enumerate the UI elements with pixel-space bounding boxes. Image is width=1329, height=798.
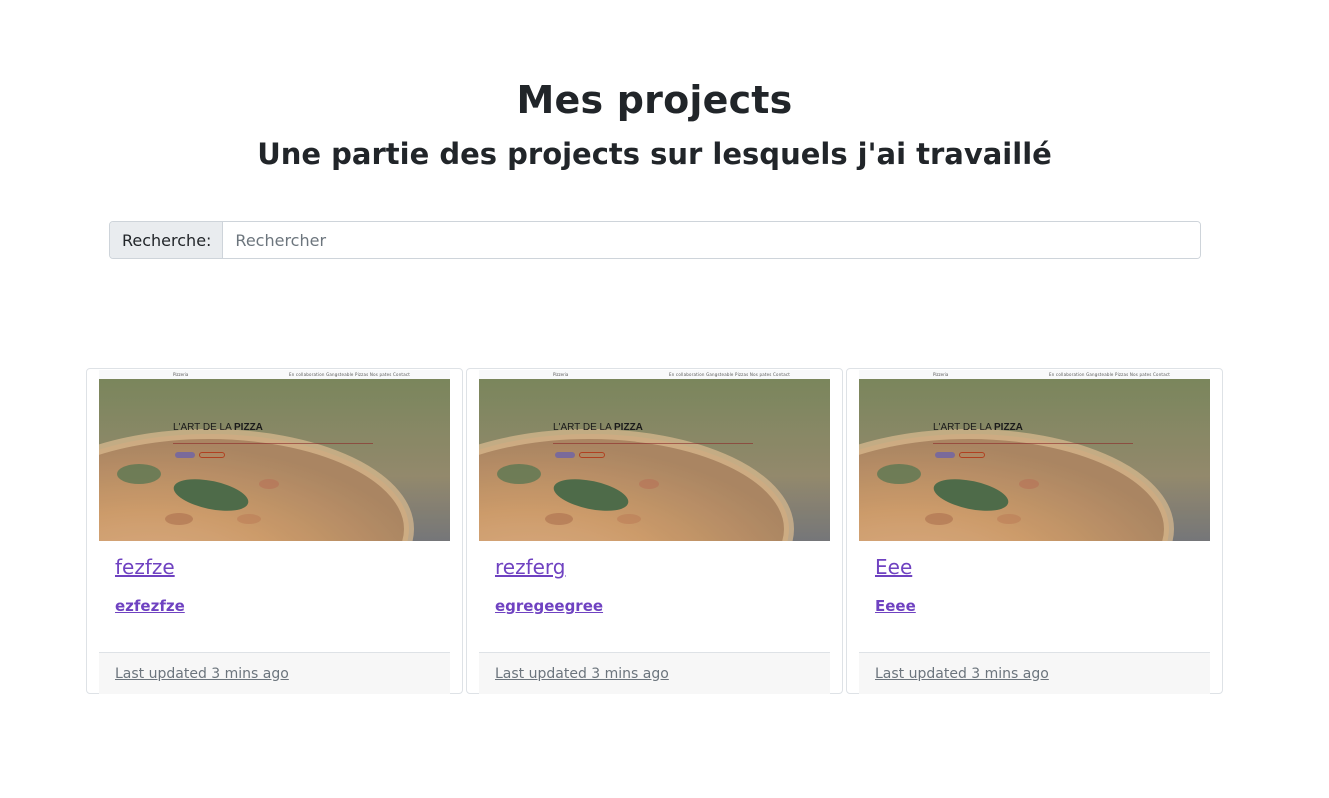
thumbnail-navbar: Pizzeria En collaboration Gangsteable Pi… — [859, 370, 1210, 379]
last-updated-link[interactable]: Last updated 3 mins ago — [115, 666, 289, 682]
project-description-link[interactable]: ezfezfze — [115, 597, 448, 615]
card-body: Eee Eeee — [875, 555, 1208, 615]
thumbnail-divider — [173, 443, 373, 444]
thumbnail-button-primary — [555, 452, 575, 458]
project-title-link[interactable]: rezferg — [495, 555, 828, 579]
pizza-image — [859, 379, 1210, 541]
last-updated-link[interactable]: Last updated 3 mins ago — [875, 666, 1049, 682]
card-footer: Last updated 3 mins ago — [859, 652, 1210, 694]
page-subtitle: Une partie des projects sur lesquels j'a… — [257, 137, 1052, 171]
project-thumbnail: Pizzeria En collaboration Gangsteable Pi… — [479, 370, 830, 541]
thumbnail-divider — [933, 443, 1133, 444]
thumbnail-button-secondary — [199, 452, 225, 458]
thumbnail-heading: L'ART DE LA PIZZA — [933, 422, 1023, 433]
search-input[interactable] — [223, 222, 1200, 258]
card-body: rezferg egregeegree — [495, 555, 828, 615]
thumbnail-nav-links: En collaboration Gangsteable Pizzas Nos … — [1049, 372, 1171, 377]
thumbnail-button-primary — [935, 452, 955, 458]
thumbnail-button-primary — [175, 452, 195, 458]
project-card: Pizzeria En collaboration Gangsteable Pi… — [466, 368, 843, 694]
project-description-link[interactable]: egregeegree — [495, 597, 828, 615]
pizza-image — [479, 379, 830, 541]
thumbnail-button-secondary — [959, 452, 985, 458]
thumbnail-heading: L'ART DE LA PIZZA — [173, 422, 263, 433]
thumbnail-nav-links: En collaboration Gangsteable Pizzas Nos … — [669, 372, 791, 377]
thumbnail-divider — [553, 443, 753, 444]
project-thumbnail: Pizzeria En collaboration Gangsteable Pi… — [859, 370, 1210, 541]
last-updated-link[interactable]: Last updated 3 mins ago — [495, 666, 669, 682]
thumbnail-navbar: Pizzeria En collaboration Gangsteable Pi… — [479, 370, 830, 379]
thumbnail-button-secondary — [579, 452, 605, 458]
card-body: fezfze ezfezfze — [115, 555, 448, 615]
search-bar: Recherche: — [109, 221, 1201, 259]
project-card: Pizzeria En collaboration Gangsteable Pi… — [846, 368, 1223, 694]
page-title: Mes projects — [516, 78, 793, 122]
thumbnail-brand: Pizzeria — [173, 372, 189, 377]
thumbnail-brand: Pizzeria — [933, 372, 949, 377]
project-thumbnail: Pizzeria En collaboration Gangsteable Pi… — [99, 370, 450, 541]
thumbnail-brand: Pizzeria — [553, 372, 569, 377]
thumbnail-heading: L'ART DE LA PIZZA — [553, 422, 643, 433]
project-title-link[interactable]: Eee — [875, 555, 1208, 579]
thumbnail-nav-links: En collaboration Gangsteable Pizzas Nos … — [289, 372, 411, 377]
search-label: Recherche: — [110, 222, 224, 258]
project-card: Pizzeria En collaboration Gangsteable Pi… — [86, 368, 463, 694]
pizza-image — [99, 379, 450, 541]
project-title-link[interactable]: fezfze — [115, 555, 448, 579]
project-description-link[interactable]: Eeee — [875, 597, 1208, 615]
card-footer: Last updated 3 mins ago — [479, 652, 830, 694]
thumbnail-navbar: Pizzeria En collaboration Gangsteable Pi… — [99, 370, 450, 379]
card-footer: Last updated 3 mins ago — [99, 652, 450, 694]
